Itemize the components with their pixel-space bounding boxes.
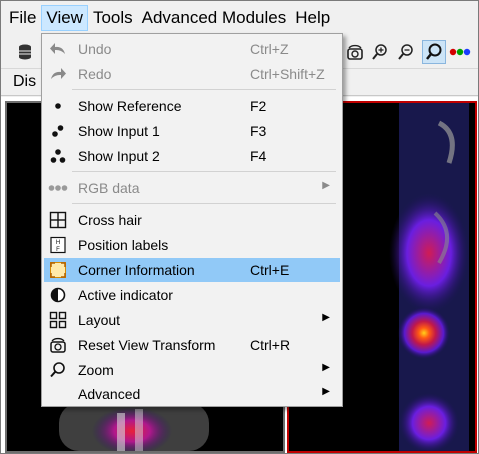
menu-bar: File View Tools Advanced Modules Help	[1, 1, 478, 35]
menu-item-corner-information[interactable]: Corner Information Ctrl+E	[44, 258, 340, 282]
reset-view-toolbar-icon[interactable]	[345, 42, 365, 62]
database-icon[interactable]	[15, 42, 35, 62]
submenu-arrow-icon: ▶	[322, 362, 330, 373]
menu-item-active-indicator[interactable]: Active indicator	[44, 283, 340, 307]
zoom-icon	[48, 360, 68, 380]
view-menu-dropdown: Undo Ctrl+Z Redo Ctrl+Shift+Z Show Refer…	[41, 33, 343, 407]
menu-item-advanced[interactable]: Advanced ▶	[44, 382, 340, 406]
two-dots-icon	[48, 121, 68, 141]
application-window: File View Tools Advanced Modules Help Di…	[0, 0, 479, 454]
submenu-arrow-icon: ▶	[322, 312, 330, 323]
rgb-dots-icon	[48, 178, 68, 198]
zoom-out-icon[interactable]	[396, 42, 416, 62]
redo-icon	[48, 64, 68, 84]
zoom-tool-icon[interactable]	[422, 40, 446, 64]
menu-file[interactable]: File	[5, 5, 40, 31]
menu-item-redo[interactable]: Redo Ctrl+Shift+Z	[44, 62, 340, 86]
svg-text:H: H	[56, 240, 60, 246]
reset-view-icon	[48, 335, 68, 355]
zoom-in-icon[interactable]	[370, 42, 390, 62]
menu-tools[interactable]: Tools	[89, 5, 137, 31]
display-tab[interactable]: Dis	[13, 73, 36, 91]
three-dots-icon	[48, 146, 68, 166]
menu-separator	[72, 203, 336, 204]
menu-advanced-modules[interactable]: Advanced Modules	[138, 5, 291, 31]
color-dots-icon[interactable]	[449, 42, 473, 62]
menu-item-layout[interactable]: Layout ▶	[44, 308, 340, 332]
menu-view[interactable]: View	[41, 5, 88, 31]
one-dot-icon	[48, 96, 68, 116]
submenu-arrow-icon: ▶	[322, 386, 330, 397]
submenu-arrow-icon: ▶	[322, 180, 330, 191]
menu-item-show-input-1[interactable]: Show Input 1 F3	[44, 119, 340, 143]
menu-item-zoom[interactable]: Zoom ▶	[44, 358, 340, 382]
menu-item-show-reference[interactable]: Show Reference F2	[44, 94, 340, 118]
position-labels-icon: HF	[48, 235, 68, 255]
menu-separator	[72, 171, 336, 172]
layout-grid-icon	[48, 310, 68, 330]
menu-item-reset-view-transform[interactable]: Reset View Transform Ctrl+R	[44, 333, 340, 357]
menu-help[interactable]: Help	[291, 5, 334, 31]
menu-item-position-labels[interactable]: HF Position labels	[44, 233, 340, 257]
corner-info-icon	[48, 260, 68, 280]
menu-item-rgb-data[interactable]: RGB data ▶	[44, 176, 340, 200]
menu-item-cross-hair[interactable]: Cross hair	[44, 208, 340, 232]
undo-icon	[48, 39, 68, 59]
crosshair-grid-icon	[48, 210, 68, 230]
active-indicator-icon	[48, 285, 68, 305]
menu-item-undo[interactable]: Undo Ctrl+Z	[44, 37, 340, 61]
svg-text:F: F	[56, 247, 60, 253]
menu-item-show-input-2[interactable]: Show Input 2 F4	[44, 144, 340, 168]
menu-separator	[72, 89, 336, 90]
